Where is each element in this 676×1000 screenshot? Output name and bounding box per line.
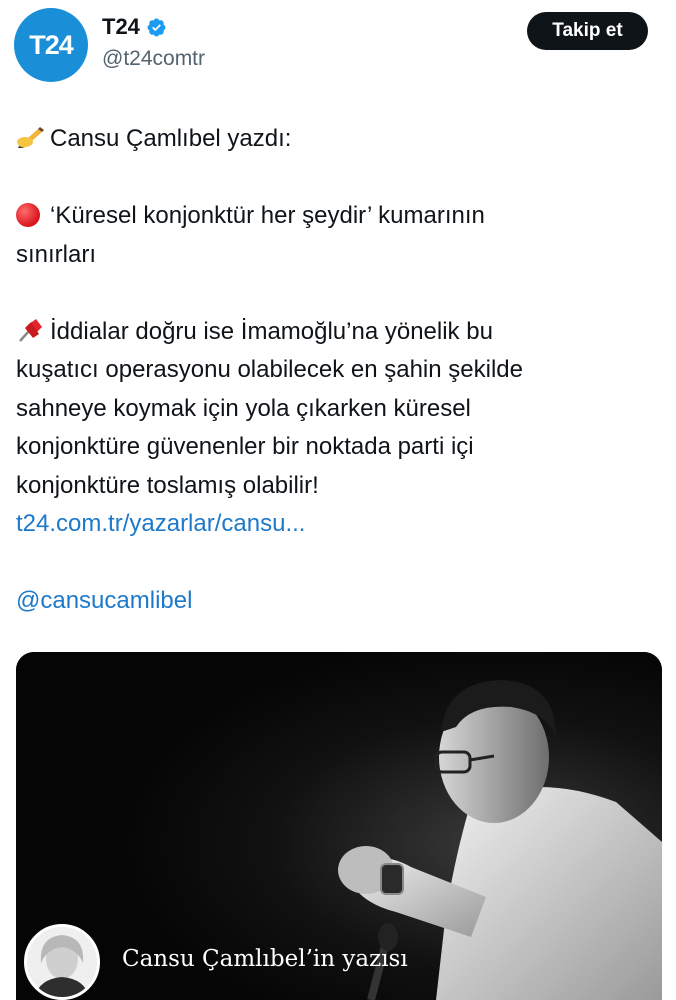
account-avatar[interactable]: T24 — [14, 8, 88, 82]
red-circle-icon — [16, 203, 40, 227]
writing-hand-icon — [17, 127, 44, 148]
avatar-logo-text: T24 — [29, 29, 74, 60]
author-line-text: Cansu Çamlıbel yazdı: — [50, 125, 292, 152]
headline-line-2: sınırları — [16, 240, 97, 268]
author-portrait — [27, 927, 97, 997]
tweet-header: T24 T24 @t24comtr Takip et — [0, 0, 676, 96]
media-caption: Cansu Çamlıbel’in yazısı — [122, 946, 408, 972]
mention-link[interactable]: @cansucamlibel — [16, 582, 662, 621]
body-line-4: konjonktüre güvenenler bir noktada parti… — [16, 433, 474, 460]
body-line-1: İddialar doğru ise İmamoğlu’na yönelik b… — [16, 313, 662, 352]
follow-button[interactable]: Takip et — [527, 12, 648, 50]
account-handle[interactable]: @t24comtr — [102, 47, 205, 71]
article-link[interactable]: t24.com.tr/yazarlar/cansu... — [16, 505, 662, 544]
name-row: T24 — [102, 14, 167, 40]
body-line-2: kuşatıcı operasyonu olabilecek en şahin … — [16, 356, 523, 383]
media-card[interactable]: Cansu Çamlıbel’in yazısı — [16, 652, 662, 1000]
body-text-1: İddialar doğru ise İmamoğlu’na yönelik b… — [50, 317, 493, 345]
body-line-5: konjonktüre toslamış olabilir! — [16, 471, 319, 499]
author-avatar — [24, 924, 100, 1000]
headline-line-1: ‘Küresel konjonktür her şeydir’ kumarını… — [16, 197, 662, 236]
display-name[interactable]: T24 — [102, 14, 140, 40]
body-line-3: sahneye koymak için yola çıkarken kürese… — [16, 394, 471, 422]
author-line: Cansu Çamlıbel yazdı: — [16, 120, 662, 159]
verified-badge-icon — [147, 18, 166, 36]
headline-text-1: ‘Küresel konjonktür her şeydir’ kumarını… — [50, 202, 485, 229]
pushpin-icon — [19, 318, 42, 342]
tweet-text: Cansu Çamlıbel yazdı: ‘Küresel konjonktü… — [16, 120, 662, 621]
